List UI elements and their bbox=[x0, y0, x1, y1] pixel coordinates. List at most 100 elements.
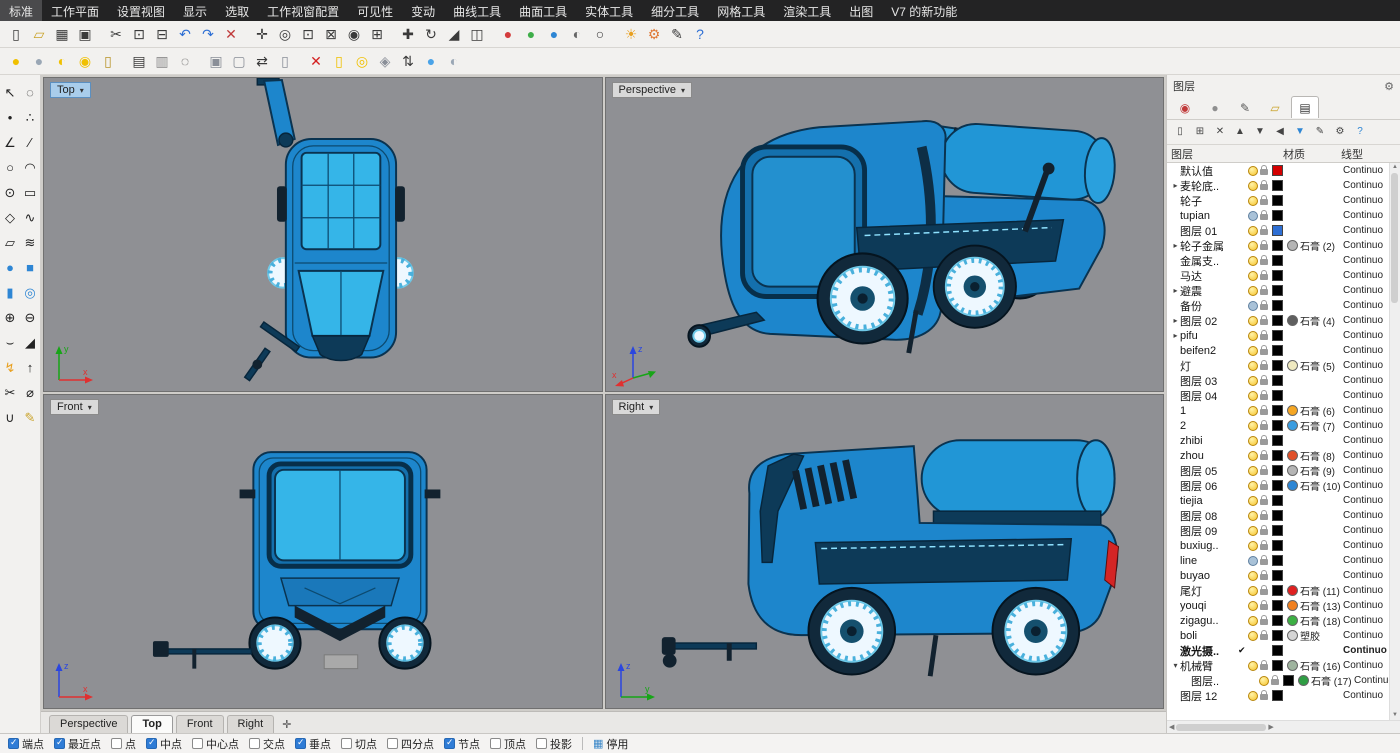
layer-color-swatch[interactable] bbox=[1272, 540, 1283, 551]
show-objects[interactable]: ▤ bbox=[128, 50, 150, 72]
new-sublayer[interactable]: ⊞ bbox=[1191, 124, 1209, 140]
layer-row[interactable]: 1 石膏 (6) bbox=[1167, 403, 1390, 418]
scroll-left-button[interactable]: ◀ bbox=[1169, 723, 1174, 732]
menu-item[interactable]: 工作视窗配置 bbox=[258, 0, 348, 21]
layer-row[interactable]: zigagu.. 石膏 (18) bbox=[1167, 613, 1390, 628]
layer-linetype[interactable]: Continuo bbox=[1343, 615, 1390, 626]
layer-row[interactable]: ▾ 机械臂 石膏 (16) bbox=[1167, 658, 1390, 673]
menu-item[interactable]: 可见性 bbox=[348, 0, 402, 21]
layer-lock[interactable] bbox=[1258, 436, 1270, 445]
select-lasso[interactable]: ◌ bbox=[21, 83, 40, 102]
layer-row[interactable]: 备份 bbox=[1167, 298, 1390, 313]
scroll-up-button[interactable]: ▲ bbox=[1390, 163, 1400, 172]
layer-row[interactable]: ▸ 图层 02 石膏 (4) bbox=[1167, 313, 1390, 328]
show-page[interactable]: ▯ bbox=[328, 50, 350, 72]
layer-color-swatch[interactable] bbox=[1272, 465, 1283, 476]
join-tool[interactable]: ∪ bbox=[1, 408, 20, 427]
lamp-on[interactable]: ● bbox=[5, 50, 27, 72]
expand-arrow-icon[interactable]: ▸ bbox=[1171, 331, 1180, 340]
notes-tab[interactable]: ✎ bbox=[1231, 96, 1259, 118]
layer-lock[interactable] bbox=[1258, 421, 1270, 430]
layer-row[interactable]: tupian bbox=[1167, 208, 1390, 223]
layer-row[interactable]: zhou 石膏 (8) bbox=[1167, 448, 1390, 463]
layer-visibility-bulb[interactable] bbox=[1247, 181, 1258, 191]
options-gear[interactable]: ⚙ bbox=[643, 23, 665, 45]
layer-row[interactable]: 灯 石膏 (5) bbox=[1167, 358, 1390, 373]
layer-lock[interactable] bbox=[1258, 361, 1270, 370]
menu-item[interactable]: 显示 bbox=[174, 0, 216, 21]
osnap-toggle[interactable]: 中心点 bbox=[192, 736, 239, 752]
osnap-toggle[interactable]: 投影 bbox=[536, 736, 572, 752]
new-layer[interactable]: ▯ bbox=[1171, 124, 1189, 140]
layer-color-swatch[interactable] bbox=[1272, 600, 1283, 611]
layer-lock[interactable] bbox=[1258, 181, 1270, 190]
osnap-toggle[interactable]: 顶点 bbox=[490, 736, 526, 752]
light-objects[interactable]: ◉ bbox=[74, 50, 96, 72]
osnap-toggle[interactable]: 节点 bbox=[444, 736, 480, 752]
zoom-extents[interactable]: ⊠ bbox=[320, 23, 342, 45]
layer-visibility-bulb[interactable] bbox=[1247, 166, 1258, 176]
wireframe-display[interactable]: ○ bbox=[589, 23, 611, 45]
layer-linetype[interactable]: Continuo bbox=[1343, 495, 1390, 506]
checkbox[interactable] bbox=[490, 738, 501, 749]
layer-row[interactable]: ▸ 避震 bbox=[1167, 283, 1390, 298]
layer-color-swatch[interactable] bbox=[1272, 555, 1283, 566]
box-tool[interactable]: ■ bbox=[21, 258, 40, 277]
points-cloud[interactable]: ∴ bbox=[21, 108, 40, 127]
layer-color-swatch[interactable] bbox=[1272, 300, 1283, 311]
expand-arrow-icon[interactable]: ▾ bbox=[1171, 661, 1180, 670]
column-header-linetype[interactable]: 线型 bbox=[1341, 146, 1400, 162]
layer-row[interactable]: 金属支.. bbox=[1167, 253, 1390, 268]
open-file[interactable]: ▱ bbox=[28, 23, 50, 45]
layer-linetype[interactable]: Continuo bbox=[1343, 315, 1390, 326]
zoom-dynamic[interactable]: ◎ bbox=[274, 23, 296, 45]
layer-visibility-bulb[interactable] bbox=[1247, 601, 1258, 611]
layer-visibility-bulb[interactable] bbox=[1247, 316, 1258, 326]
menu-item[interactable]: 实体工具 bbox=[576, 0, 642, 21]
layer-linetype[interactable]: Continuo bbox=[1343, 255, 1390, 266]
menu-item[interactable]: 出图 bbox=[840, 0, 882, 21]
boolean-union-tool[interactable]: ⊕ bbox=[1, 308, 20, 327]
layer-visibility-bulb[interactable] bbox=[1247, 196, 1258, 206]
delete-objects[interactable]: ✕ bbox=[305, 50, 327, 72]
layer-linetype[interactable]: Continuo bbox=[1343, 645, 1390, 656]
viewport-label-perspective[interactable]: Perspective ▾ bbox=[612, 82, 693, 98]
layer-linetype[interactable]: Continuo bbox=[1343, 195, 1390, 206]
shaded-display[interactable]: ● bbox=[543, 23, 565, 45]
circle-tool[interactable]: ○ bbox=[1, 158, 20, 177]
checkbox[interactable] bbox=[341, 738, 352, 749]
layer-visibility-bulb[interactable] bbox=[1247, 616, 1258, 626]
layer-color-swatch[interactable] bbox=[1272, 570, 1283, 581]
layer-color-swatch[interactable] bbox=[1272, 375, 1283, 386]
layer-row[interactable]: ▸ 麦轮底.. bbox=[1167, 178, 1390, 193]
extrude-tool[interactable]: ↑ bbox=[21, 358, 40, 377]
layer-linetype[interactable]: Continuo bbox=[1343, 285, 1390, 296]
osnap-toggle[interactable]: 端点 bbox=[8, 736, 44, 752]
layer-row[interactable]: 图层 12 bbox=[1167, 688, 1390, 703]
layer-visibility-bulb[interactable] bbox=[1247, 406, 1258, 416]
menu-item[interactable]: 曲线工具 bbox=[444, 0, 510, 21]
layer-visibility-bulb[interactable] bbox=[1247, 391, 1258, 401]
layer-color-swatch[interactable] bbox=[1272, 225, 1283, 236]
viewport-layout[interactable]: ⊞ bbox=[366, 23, 388, 45]
checkbox[interactable] bbox=[536, 738, 547, 749]
layer-tools[interactable]: ✎ bbox=[1311, 124, 1329, 140]
checkbox[interactable] bbox=[111, 738, 122, 749]
layer-linetype[interactable]: Continuo bbox=[1343, 585, 1390, 596]
layer-lock[interactable] bbox=[1258, 391, 1270, 400]
layer-color-swatch[interactable] bbox=[1272, 255, 1283, 266]
separator[interactable] bbox=[489, 23, 496, 45]
surface-tool[interactable]: ▱ bbox=[1, 233, 20, 252]
redo[interactable]: ↷ bbox=[197, 23, 219, 45]
layer-visibility-bulb[interactable] bbox=[1247, 226, 1258, 236]
ellipse-tool[interactable]: ⊙ bbox=[1, 183, 20, 202]
layer-linetype[interactable]: Continuo bbox=[1343, 300, 1390, 311]
collapse-all[interactable]: ◀ bbox=[1271, 124, 1289, 140]
osnap-toggle[interactable]: 四分点 bbox=[387, 736, 434, 752]
layer-row[interactable]: zhibi bbox=[1167, 433, 1390, 448]
lamp-dim[interactable]: ◐ bbox=[443, 50, 465, 72]
layer-color-swatch[interactable] bbox=[1272, 645, 1283, 656]
layer-lock[interactable] bbox=[1258, 166, 1270, 175]
new-viewport-icon[interactable]: ✛ bbox=[277, 716, 296, 733]
boolean-difference-tool[interactable]: ⊖ bbox=[21, 308, 40, 327]
